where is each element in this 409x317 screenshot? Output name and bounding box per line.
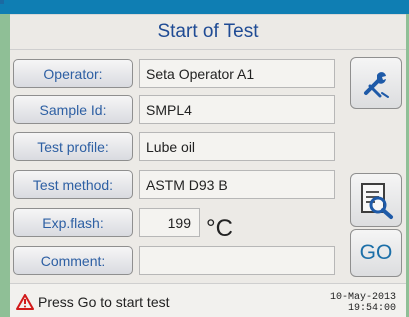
sample-id-field[interactable]: SMPL4: [139, 95, 335, 124]
date-text: 10-May-2013: [329, 292, 396, 303]
exp-flash-field[interactable]: 199: [139, 208, 200, 237]
top-bezel-bar: [0, 0, 409, 14]
operator-field[interactable]: Seta Operator A1: [139, 59, 335, 88]
test-method-field[interactable]: ASTM D93 B: [139, 170, 335, 199]
test-method-button[interactable]: Test method:: [13, 170, 133, 199]
status-bar: Press Go to start test 10-May-2013 19:54…: [10, 283, 406, 317]
time-text: 19:54:00: [347, 303, 396, 314]
warning-icon: [16, 294, 34, 310]
report-button[interactable]: [350, 173, 402, 227]
temperature-unit: °C: [206, 215, 233, 242]
comment-field[interactable]: [139, 246, 335, 275]
test-profile-button[interactable]: Test profile:: [13, 132, 133, 161]
go-button[interactable]: GO: [350, 229, 402, 277]
wrench-icon: [364, 72, 389, 98]
exp-flash-button[interactable]: Exp.flash:: [13, 208, 133, 237]
comment-button[interactable]: Comment:: [13, 246, 133, 275]
top-bezel-mark: [0, 0, 4, 4]
page-title: Start of Test: [157, 21, 259, 42]
title-divider: [10, 49, 406, 50]
document-search-icon: [361, 183, 393, 219]
settings-button[interactable]: [350, 57, 402, 109]
sample-id-button[interactable]: Sample Id:: [13, 95, 133, 124]
go-button-label: GO: [359, 241, 393, 264]
status-message: Press Go to start test: [38, 294, 170, 310]
test-profile-field[interactable]: Lube oil: [139, 132, 335, 161]
operator-button[interactable]: Operator:: [13, 59, 133, 88]
device-screen: Start of Test Operator: Seta Operator A1…: [10, 14, 406, 317]
datetime-display: 10-May-2013 19:54:00: [330, 292, 396, 314]
